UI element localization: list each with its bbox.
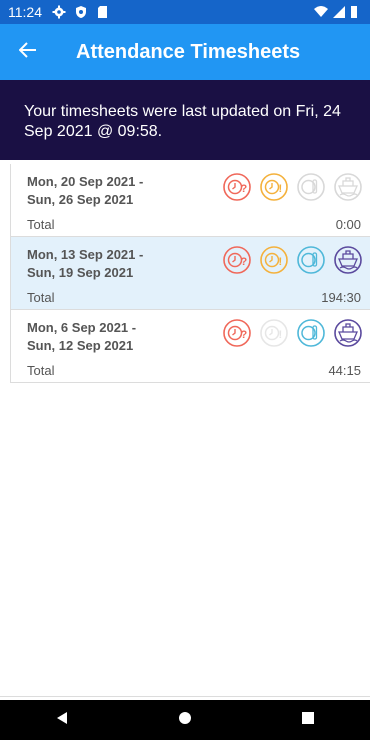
clock-alert-icon: ! xyxy=(259,245,289,275)
timesheet-end-date: Sun, 12 Sep 2021 xyxy=(27,338,134,353)
svg-text:?: ? xyxy=(241,329,248,341)
arrow-back-icon xyxy=(18,41,37,63)
timesheet-dates: Mon, 6 Sep 2021 - Sun, 12 Sep 2021 xyxy=(27,319,207,355)
nav-home-button[interactable] xyxy=(165,700,205,740)
wifi-icon xyxy=(314,5,328,19)
status-bar: 11:24 xyxy=(0,0,370,24)
back-button[interactable] xyxy=(0,24,56,80)
app-bar: Attendance Timesheets xyxy=(0,24,370,80)
timesheet-list: Mon, 20 Sep 2021 - Sun, 26 Sep 2021 ? ! … xyxy=(10,164,370,383)
total-value: 194:30 xyxy=(321,290,361,305)
total-label: Total xyxy=(27,217,55,232)
back-triangle-icon xyxy=(55,711,69,730)
clock-approved-icon xyxy=(296,245,326,275)
svg-text:?: ? xyxy=(241,256,248,268)
clock-alert-icon: ! xyxy=(259,172,289,202)
clock-approved-icon xyxy=(296,172,326,202)
timesheet-start-date: Mon, 6 Sep 2021 - xyxy=(27,320,137,335)
status-time: 11:24 xyxy=(8,4,42,20)
timesheet-dates: Mon, 13 Sep 2021 - Sun, 19 Sep 2021 xyxy=(27,246,207,282)
total-label: Total xyxy=(27,290,55,305)
timesheet-row[interactable]: Mon, 6 Sep 2021 - Sun, 12 Sep 2021 ? ! T… xyxy=(11,310,370,383)
settings-icon xyxy=(52,5,66,19)
timesheet-row[interactable]: Mon, 20 Sep 2021 - Sun, 26 Sep 2021 ? ! … xyxy=(11,164,370,237)
svg-text:!: ! xyxy=(279,329,283,341)
recents-square-icon xyxy=(301,711,315,730)
timesheet-status-icons: ? ! xyxy=(215,172,363,202)
system-nav-bar xyxy=(0,700,370,740)
nav-recents-button[interactable] xyxy=(288,700,328,740)
clock-approved-icon xyxy=(296,318,326,348)
sd-card-icon xyxy=(96,5,110,19)
total-label: Total xyxy=(27,363,55,378)
timesheet-end-date: Sun, 26 Sep 2021 xyxy=(27,192,134,207)
battery-icon xyxy=(350,5,358,19)
svg-text:!: ! xyxy=(279,183,283,195)
divider xyxy=(0,696,370,697)
last-updated-banner: Your timesheets were last updated on Fri… xyxy=(0,80,370,160)
ship-icon xyxy=(333,172,363,202)
timesheet-start-date: Mon, 13 Sep 2021 - xyxy=(27,247,144,262)
svg-text:?: ? xyxy=(241,183,248,195)
svg-text:!: ! xyxy=(279,256,283,268)
clock-question-icon: ? xyxy=(222,318,252,348)
home-circle-icon xyxy=(178,711,192,730)
shield-icon xyxy=(74,5,88,19)
ship-icon xyxy=(333,318,363,348)
clock-question-icon: ? xyxy=(222,172,252,202)
total-value: 44:15 xyxy=(328,363,361,378)
nav-back-button[interactable] xyxy=(42,700,82,740)
timesheet-status-icons: ? ! xyxy=(215,318,363,348)
clock-alert-icon: ! xyxy=(259,318,289,348)
timesheet-row[interactable]: Mon, 13 Sep 2021 - Sun, 19 Sep 2021 ? ! … xyxy=(11,237,370,310)
timesheet-status-icons: ? ! xyxy=(215,245,363,275)
page-title: Attendance Timesheets xyxy=(76,40,301,63)
ship-icon xyxy=(333,245,363,275)
clock-question-icon: ? xyxy=(222,245,252,275)
timesheet-start-date: Mon, 20 Sep 2021 - xyxy=(27,174,144,189)
total-value: 0:00 xyxy=(335,217,361,232)
timesheet-dates: Mon, 20 Sep 2021 - Sun, 26 Sep 2021 xyxy=(27,173,207,209)
timesheet-end-date: Sun, 19 Sep 2021 xyxy=(27,265,134,280)
signal-icon xyxy=(332,5,346,19)
